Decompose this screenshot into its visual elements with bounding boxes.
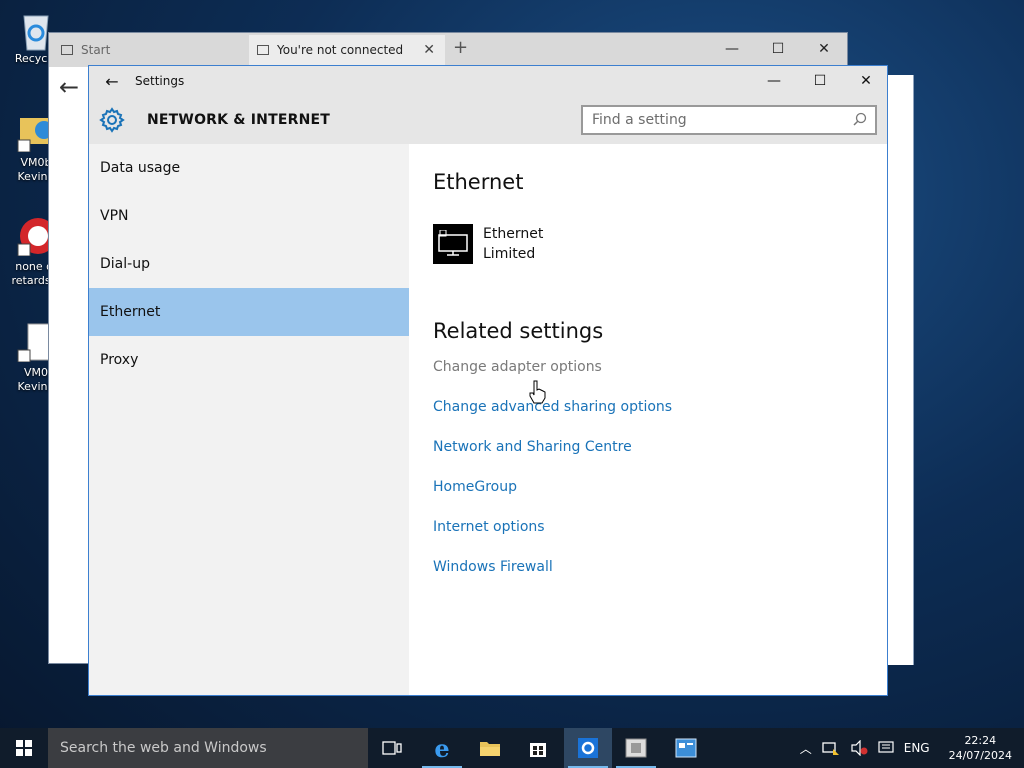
system-tray: ︿ ENG 22:24 24/07/2024 (795, 728, 1024, 768)
taskbar: Search the web and Windows e ︿ ENG 22:24 (0, 728, 1024, 768)
control-panel-icon (675, 738, 697, 758)
network-app-icon (625, 738, 647, 758)
folder-icon (480, 742, 500, 756)
minimize-button[interactable]: — (709, 33, 755, 65)
sidebar-item-label: Ethernet (100, 304, 161, 320)
sidebar-item-vpn[interactable]: VPN (89, 192, 409, 240)
edge-tab-strip: Start You're not connected ✕ + — ☐ ✕ (49, 33, 847, 67)
new-tab-button[interactable]: + (453, 37, 468, 58)
search-input[interactable]: Find a setting (581, 105, 877, 135)
taskbar-search-input[interactable]: Search the web and Windows (48, 728, 368, 768)
sidebar-item-label: Proxy (100, 352, 139, 368)
page-title: NETWORK & INTERNET (147, 112, 331, 128)
link-windows-firewall[interactable]: Windows Firewall (433, 547, 887, 587)
ethernet-connection[interactable]: Ethernet Limited (433, 224, 887, 264)
language-indicator[interactable]: ENG (904, 741, 930, 755)
windows-logo-icon (16, 740, 32, 756)
sidebar-item-label: VPN (100, 208, 129, 224)
settings-gear-icon (578, 738, 598, 758)
close-button[interactable]: ✕ (801, 33, 847, 65)
link-change-adapter-options[interactable]: Change adapter options (433, 347, 887, 387)
page-icon (61, 45, 73, 55)
background-window[interactable] (888, 75, 914, 665)
chevron-up-icon[interactable]: ︿ (800, 740, 812, 757)
main-content: Ethernet Ethernet Limited Related settin… (409, 144, 887, 695)
file-explorer-button[interactable] (466, 728, 514, 768)
tab-start[interactable]: Start (53, 35, 249, 65)
back-arrow-icon[interactable]: ← (59, 73, 79, 101)
maximize-button[interactable]: ☐ (797, 66, 843, 96)
close-button[interactable]: ✕ (843, 66, 889, 96)
settings-taskbar-button[interactable] (564, 728, 612, 768)
sidebar-item-proxy[interactable]: Proxy (89, 336, 409, 384)
tab-not-connected[interactable]: You're not connected ✕ (249, 35, 445, 65)
sidebar-item-ethernet[interactable]: Ethernet (89, 288, 409, 336)
control-panel-button[interactable] (662, 728, 710, 768)
search-icon[interactable] (853, 112, 867, 130)
hand-cursor-icon (528, 380, 546, 408)
link-network-sharing-centre[interactable]: Network and Sharing Centre (433, 427, 887, 467)
connection-status: Limited (483, 246, 536, 262)
start-button[interactable] (0, 728, 48, 768)
back-arrow-icon[interactable]: ← (89, 72, 135, 91)
sidebar-item-dial-up[interactable]: Dial-up (89, 240, 409, 288)
close-tab-icon[interactable]: ✕ (423, 42, 435, 58)
window-title: Settings (135, 74, 185, 88)
connection-name: Ethernet (483, 226, 544, 242)
clock-time: 22:24 (964, 734, 997, 747)
gear-icon (89, 96, 135, 144)
maximize-button[interactable]: ☐ (755, 33, 801, 65)
ethernet-monitor-icon (433, 224, 473, 264)
store-button[interactable] (514, 728, 562, 768)
link-internet-options[interactable]: Internet options (433, 507, 887, 547)
sidebar-item-label: Data usage (100, 160, 181, 176)
settings-header: NETWORK & INTERNET Find a setting (89, 96, 887, 144)
clock[interactable]: 22:24 24/07/2024 (949, 733, 1012, 763)
network-warning-icon[interactable] (822, 740, 840, 756)
clock-date: 24/07/2024 (948, 749, 1012, 762)
volume-muted-icon[interactable] (850, 740, 868, 756)
sidebar: Data usage VPN Dial-up Ethernet Proxy (89, 144, 409, 695)
edge-taskbar-button[interactable]: e (418, 728, 466, 768)
tab-label: Start (81, 43, 111, 57)
edge-icon: e (434, 733, 450, 763)
sidebar-item-label: Dial-up (100, 256, 150, 272)
search-placeholder: Find a setting (592, 112, 687, 128)
related-settings-heading: Related settings (433, 319, 604, 343)
notifications-icon[interactable] (878, 741, 894, 755)
tab-label: You're not connected (277, 43, 404, 57)
app-taskbar-button[interactable] (612, 728, 660, 768)
page-icon (257, 45, 269, 55)
task-view-button[interactable] (368, 728, 416, 768)
store-icon (530, 743, 546, 757)
settings-titlebar: ← Settings — ☐ ✕ (89, 66, 887, 96)
taskbar-search-placeholder: Search the web and Windows (60, 740, 267, 756)
minimize-button[interactable]: — (751, 66, 797, 96)
sidebar-item-data-usage[interactable]: Data usage (89, 144, 409, 192)
section-heading: Ethernet (433, 170, 524, 194)
link-advanced-sharing[interactable]: Change advanced sharing options (433, 387, 887, 427)
link-homegroup[interactable]: HomeGroup (433, 467, 887, 507)
settings-window[interactable]: ← Settings — ☐ ✕ NETWORK & INTERNET Find… (88, 65, 888, 696)
